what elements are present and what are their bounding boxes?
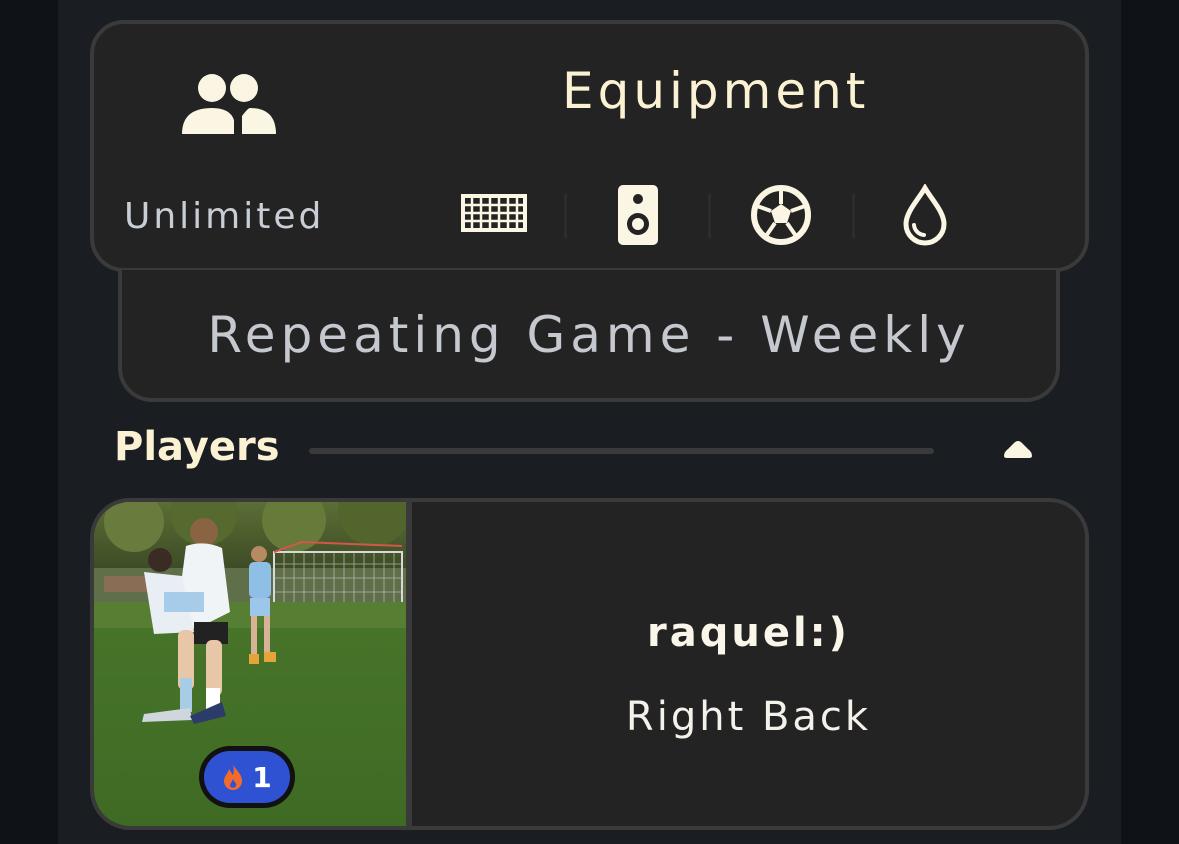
speaker-icon bbox=[618, 185, 658, 245]
equipment-divider bbox=[564, 194, 567, 238]
equipment-divider bbox=[708, 194, 711, 238]
equipment-title: Equipment bbox=[562, 62, 870, 120]
people-icon bbox=[182, 74, 276, 134]
streak-count: 1 bbox=[252, 760, 272, 794]
equipment-divider bbox=[852, 194, 855, 238]
game-info-card: Unlimited Equipment bbox=[90, 20, 1089, 272]
streak-badge: 1 bbox=[199, 746, 295, 808]
caret-up-icon[interactable] bbox=[1000, 436, 1036, 460]
capacity-label: Unlimited bbox=[124, 196, 325, 237]
left-gutter bbox=[0, 0, 58, 844]
players-section-title: Players bbox=[114, 424, 280, 470]
right-gutter bbox=[1121, 0, 1179, 844]
repeat-schedule-label: Repeating Game - Weekly bbox=[207, 306, 971, 364]
player-card[interactable]: 1 raquel:) Right Back bbox=[90, 498, 1089, 830]
player-position: Right Back bbox=[625, 694, 872, 740]
player-photo: 1 bbox=[94, 502, 412, 826]
goal-net-icon bbox=[461, 194, 527, 232]
water-drop-icon bbox=[903, 184, 947, 246]
flame-icon bbox=[224, 764, 243, 790]
players-divider bbox=[309, 448, 934, 454]
repeat-schedule-card: Repeating Game - Weekly bbox=[118, 270, 1060, 402]
soccer-ball-icon bbox=[751, 185, 811, 245]
player-name: raquel:) bbox=[647, 610, 850, 656]
